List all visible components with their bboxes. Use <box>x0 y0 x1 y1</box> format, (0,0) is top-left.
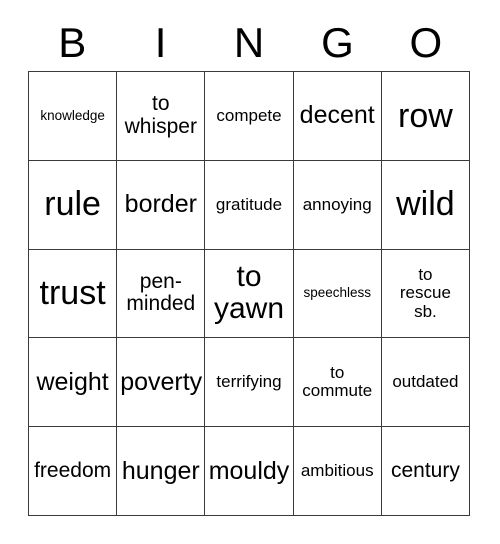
bingo-row: rule border gratitude annoying wild <box>29 160 471 250</box>
bingo-cell[interactable]: century <box>381 427 471 516</box>
bingo-cell-label: border <box>124 190 197 219</box>
bingo-cell-label: poverty <box>120 367 203 396</box>
bingo-header-letter-n: N <box>233 18 265 66</box>
bingo-cell-label: hunger <box>121 456 200 485</box>
bingo-cell[interactable]: knowledge <box>29 72 118 161</box>
bingo-cell[interactable]: outdated <box>381 338 471 428</box>
bingo-cell-label: rule <box>44 185 101 224</box>
bingo-row: weight poverty terrifying to commute out… <box>29 338 471 428</box>
bingo-cell[interactable]: decent <box>293 72 382 161</box>
bingo-header-letter-o: O <box>409 18 443 66</box>
bingo-cell-label: gratitude <box>215 194 283 214</box>
bingo-cell[interactable]: rule <box>29 160 118 250</box>
bingo-header-letter-g: G <box>321 18 354 66</box>
bingo-cell-label: knowledge <box>40 107 105 123</box>
bingo-cell-label: speechless <box>303 285 371 301</box>
bingo-cell-label: to rescue sb. <box>399 264 451 321</box>
bingo-grid: knowledge to whisper compete decent row … <box>28 71 471 516</box>
bingo-cell[interactable]: poverty <box>117 338 206 428</box>
bingo-cell-label: mouldy <box>208 456 290 485</box>
bingo-row: knowledge to whisper compete decent row <box>29 72 471 161</box>
bingo-cell[interactable]: to commute <box>293 338 382 428</box>
bingo-cell-label: pen- minded <box>126 269 196 316</box>
bingo-header-row: B I N G O <box>28 14 470 71</box>
bingo-cell-label: trust <box>39 274 106 313</box>
bingo-cell[interactable]: speechless <box>293 249 382 339</box>
bingo-cell[interactable]: trust <box>29 249 118 339</box>
bingo-header-letter-b: B <box>58 18 87 66</box>
bingo-row: trust pen- minded to yawn speechless to … <box>29 249 471 339</box>
bingo-cell[interactable]: compete <box>205 72 294 161</box>
bingo-cell-label: annoying <box>302 194 372 214</box>
bingo-cell[interactable]: freedom <box>29 427 118 516</box>
bingo-cell[interactable]: to rescue sb. <box>381 249 471 339</box>
bingo-card: B I N G O knowledge to whisper compete d… <box>28 14 471 516</box>
bingo-cell[interactable]: terrifying <box>205 338 294 428</box>
bingo-cell-label: ambitious <box>300 460 374 480</box>
bingo-cell[interactable]: hunger <box>117 427 206 516</box>
bingo-cell-label: terrifying <box>216 372 282 392</box>
bingo-cell[interactable]: border <box>117 160 206 250</box>
bingo-cell-label: weight <box>36 367 109 396</box>
bingo-cell-label: outdated <box>392 372 459 392</box>
bingo-cell-label: to whisper <box>124 92 197 138</box>
bingo-cell[interactable]: wild <box>381 160 471 250</box>
bingo-cell-label: freedom <box>34 458 112 482</box>
bingo-cell-label: to yawn <box>213 260 285 326</box>
bingo-cell[interactable]: gratitude <box>205 160 294 250</box>
bingo-cell[interactable]: weight <box>29 338 118 428</box>
bingo-header-letter-i: I <box>154 18 167 66</box>
bingo-row: freedom hunger mouldy ambitious century <box>29 427 471 516</box>
bingo-cell-label: to commute <box>302 362 373 401</box>
bingo-cell-label: century <box>390 458 460 482</box>
bingo-cell-label: decent <box>299 101 375 130</box>
bingo-cell[interactable]: row <box>381 72 471 161</box>
bingo-cell[interactable]: ambitious <box>293 427 382 516</box>
bingo-cell-label: compete <box>216 105 282 125</box>
bingo-cell[interactable]: pen- minded <box>117 249 206 339</box>
bingo-cell-label: row <box>398 96 453 135</box>
bingo-cell[interactable]: to yawn <box>205 249 294 339</box>
bingo-cell[interactable]: to whisper <box>117 72 206 161</box>
bingo-cell[interactable]: annoying <box>293 160 382 250</box>
bingo-cell[interactable]: mouldy <box>205 427 294 516</box>
bingo-cell-label: wild <box>396 185 455 224</box>
